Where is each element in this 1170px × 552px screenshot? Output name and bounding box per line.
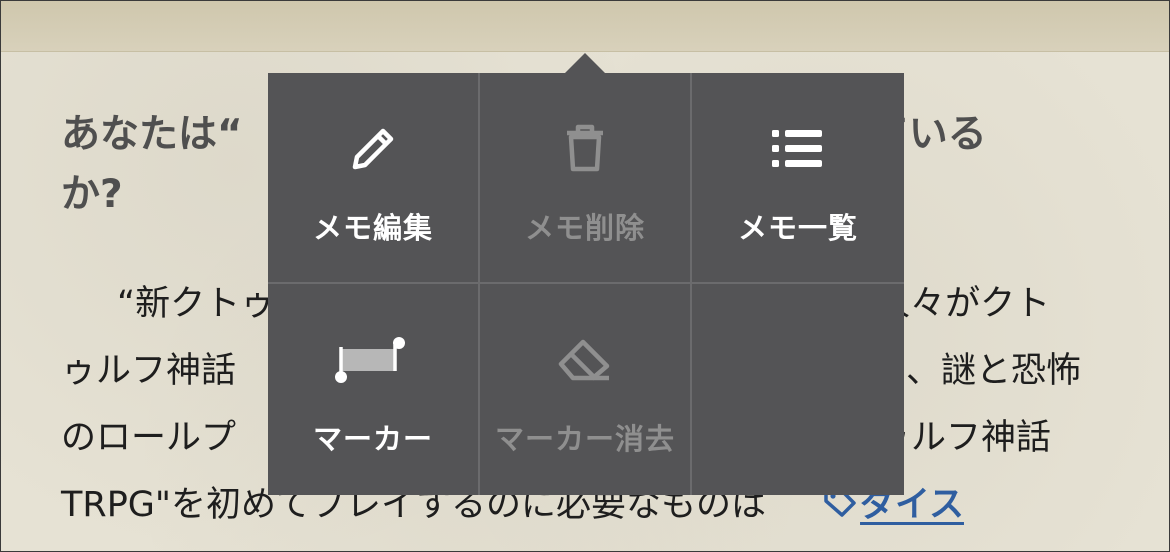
memo-delete-button[interactable]: メモ削除 <box>480 73 692 284</box>
memo-edit-label: メモ編集 <box>312 211 433 245</box>
marker-button[interactable]: マーカー <box>268 284 480 495</box>
marker-erase-label: マーカー消去 <box>494 422 675 456</box>
empty-menu-cell <box>692 284 904 495</box>
para-line2-start: ゥルフ神話 <box>61 351 237 391</box>
heading-start: あなたは“ <box>61 112 243 157</box>
trash-icon <box>555 121 615 177</box>
pencil-icon <box>343 121 403 177</box>
memo-context-menu: メモ編集 メモ削除 メモ一覧 マーカー マーカー消去 <box>268 73 904 495</box>
memo-delete-label: メモ削除 <box>524 211 645 245</box>
memo-list-label: メモ一覧 <box>737 211 858 245</box>
eraser-icon <box>555 332 615 388</box>
marker-erase-button[interactable]: マーカー消去 <box>480 284 692 495</box>
popup-pointer <box>565 53 605 73</box>
marker-icon <box>333 332 413 388</box>
para-line2-end: 、謎と恐怖 <box>906 351 1082 391</box>
memo-list-button[interactable]: メモ一覧 <box>692 73 904 284</box>
memo-edit-button[interactable]: メモ編集 <box>268 73 480 284</box>
para-line3-start: のロールプ <box>61 418 237 458</box>
list-icon <box>768 121 828 177</box>
para-line1-start: “新クトゥ <box>117 284 276 324</box>
page-top-band <box>1 1 1169 52</box>
heading-line2: か? <box>61 172 123 217</box>
reader-page: あなたは“ っている か? “新クトゥ 人々がクト ゥルフ神話 、謎と恐怖 のロールプ ゥルフ… <box>0 0 1170 552</box>
marker-label: マーカー <box>312 422 433 456</box>
